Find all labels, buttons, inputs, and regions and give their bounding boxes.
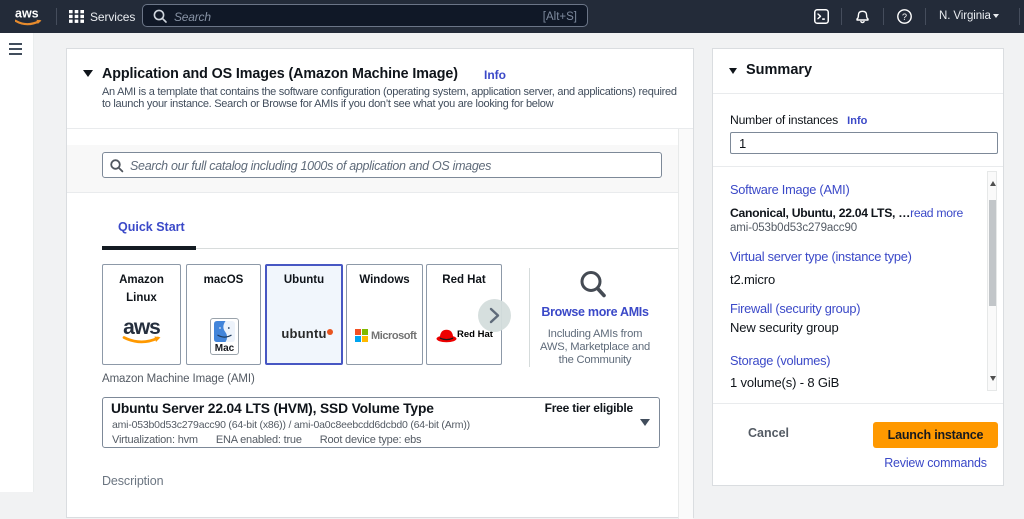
svg-text:?: ? [902,12,907,22]
svg-text:aws: aws [15,7,39,21]
svg-text:aws: aws [123,317,160,339]
